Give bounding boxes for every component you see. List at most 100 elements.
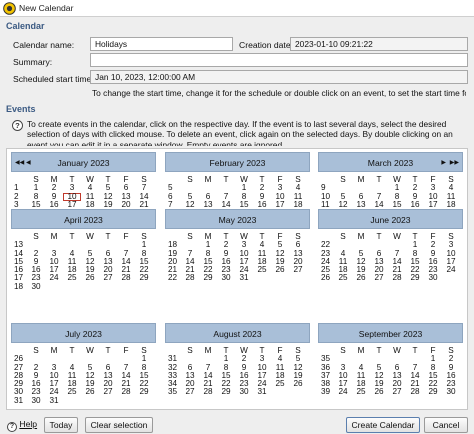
day-cell[interactable]: 26 bbox=[352, 274, 370, 283]
today-button[interactable]: Today bbox=[44, 417, 78, 433]
month-day-grid: S M T W T F S 26 1 27 2 3 4 5 6 7 8 28 9 10 11 12 13 14 15 29 16 17… bbox=[11, 346, 156, 405]
day-cell[interactable]: 26 bbox=[81, 274, 99, 283]
weekday-header: T bbox=[376, 175, 382, 184]
summary-input[interactable] bbox=[90, 53, 468, 67]
day-cell[interactable]: 29 bbox=[406, 274, 424, 283]
weekday-header: T bbox=[105, 232, 111, 241]
month-name: January 2023 bbox=[57, 158, 110, 168]
weekday-header: S bbox=[33, 346, 39, 355]
weekday-header: T bbox=[412, 346, 418, 355]
empty-day-cell bbox=[99, 283, 117, 291]
day-cell[interactable]: 28 bbox=[181, 274, 199, 283]
help-button-label: Help bbox=[19, 419, 38, 429]
day-cell[interactable]: 29 bbox=[135, 388, 153, 397]
day-cell[interactable]: 30 bbox=[442, 388, 460, 397]
day-cell[interactable]: 26 bbox=[271, 265, 289, 274]
day-cell[interactable]: 27 bbox=[181, 388, 199, 397]
month-header: July 2023 bbox=[11, 323, 156, 343]
day-cell[interactable]: 24 bbox=[334, 388, 352, 397]
weekday-header: W bbox=[86, 232, 94, 241]
day-cell[interactable]: 25 bbox=[63, 388, 81, 397]
empty-day-cell bbox=[253, 274, 271, 282]
month-day-grid: S M T W T F S 13 1 14 2 3 4 5 6 7 8 15 9 10 11 12 13 14 15 16 16 17… bbox=[11, 232, 156, 291]
day-cell[interactable]: 28 bbox=[117, 274, 135, 283]
week-number: 26 bbox=[321, 273, 331, 283]
day-cell[interactable]: 27 bbox=[99, 388, 117, 397]
prev-month-icon[interactable]: ◀ bbox=[26, 159, 31, 166]
month-calendar: September 2023 S M T W T F S 35 1 2 36 3 4 5 6 7 8 9 37 10 11… bbox=[318, 323, 463, 397]
help-button[interactable]: ? Help bbox=[7, 419, 38, 432]
empty-day-cell bbox=[271, 274, 289, 282]
day-cell[interactable]: 28 bbox=[406, 388, 424, 397]
day-cell[interactable]: 31 bbox=[235, 274, 253, 283]
day-cell[interactable]: 26 bbox=[370, 388, 388, 397]
month-name: February 2023 bbox=[209, 158, 266, 168]
month-header: March 2023 ▶ ▶▶ bbox=[318, 152, 463, 172]
weekday-header: M bbox=[357, 175, 365, 184]
scheduled-start-label: Scheduled start time : bbox=[13, 74, 97, 84]
empty-day-cell bbox=[289, 388, 307, 396]
day-cell[interactable]: 25 bbox=[271, 379, 289, 388]
day-cell[interactable]: 29 bbox=[135, 274, 153, 283]
day-cell[interactable]: 28 bbox=[199, 388, 217, 397]
day-cell[interactable]: 29 bbox=[217, 388, 235, 397]
day-cell[interactable]: 26 bbox=[289, 379, 307, 388]
day-cell[interactable]: 27 bbox=[388, 388, 406, 397]
cancel-button[interactable]: Cancel bbox=[424, 417, 468, 433]
day-cell[interactable]: 24 bbox=[45, 274, 63, 283]
day-cell[interactable]: 25 bbox=[352, 388, 370, 397]
weekday-header: W bbox=[86, 346, 94, 355]
weekday-header: T bbox=[376, 232, 382, 241]
day-cell[interactable]: 28 bbox=[117, 388, 135, 397]
clear-selection-button[interactable]: Clear selection bbox=[85, 417, 153, 433]
prev-year-icon[interactable]: ◀◀ bbox=[15, 159, 24, 166]
day-cell[interactable]: 30 bbox=[27, 396, 45, 405]
empty-day-cell bbox=[135, 283, 153, 291]
calendar-name-label: Calendar name: bbox=[13, 40, 75, 50]
day-cell[interactable]: 30 bbox=[27, 282, 45, 291]
weekday-header: T bbox=[69, 346, 75, 355]
create-calendar-button[interactable]: Create Calendar bbox=[346, 417, 420, 433]
weekday-header: S bbox=[33, 232, 39, 241]
month-day-grid: S M T W T F S 22 1 2 3 23 4 5 6 7 8 9 10 24 11 12 13 14 15 16 17 25… bbox=[318, 232, 463, 283]
day-cell[interactable]: 29 bbox=[424, 388, 442, 397]
day-cell[interactable]: 25 bbox=[63, 274, 81, 283]
weekday-header: M bbox=[50, 346, 58, 355]
month-calendar: June 2023 S M T W T F S 22 1 2 3 23 4 5 6 7 8 9 10 24 11 12 13 1… bbox=[318, 209, 463, 283]
empty-day-cell bbox=[117, 397, 135, 405]
day-cell[interactable]: 28 bbox=[388, 274, 406, 283]
month-header: May 2023 bbox=[165, 209, 310, 229]
day-cell[interactable]: 25 bbox=[334, 274, 352, 283]
week-number: 31 bbox=[14, 395, 24, 405]
empty-day-cell bbox=[45, 283, 63, 291]
week-number: 39 bbox=[321, 387, 331, 397]
day-cell[interactable]: 31 bbox=[253, 388, 271, 397]
calendar-grid-area: January 2023 ◀◀ ◀ S M T W T F S 1 1 2 3 4 5 6 7 2 8 9 10 11 12 1… bbox=[6, 148, 468, 410]
empty-day-cell bbox=[117, 283, 135, 291]
empty-day-cell bbox=[289, 274, 307, 282]
day-cell[interactable]: 30 bbox=[217, 274, 235, 283]
next-year-icon[interactable]: ▶▶ bbox=[450, 159, 459, 166]
events-instructions: To create events in the calendar, click … bbox=[27, 119, 453, 146]
day-cell[interactable]: 27 bbox=[289, 265, 307, 274]
day-cell[interactable]: 31 bbox=[45, 396, 63, 405]
day-cell[interactable]: 27 bbox=[370, 274, 388, 283]
month-header: September 2023 bbox=[318, 323, 463, 343]
events-section-heading: Events bbox=[6, 104, 36, 114]
day-cell[interactable]: 25 bbox=[253, 265, 271, 274]
day-cell[interactable]: 29 bbox=[199, 274, 217, 283]
start-time-hint: To change the start time, change it for … bbox=[92, 88, 466, 98]
month-header: August 2023 bbox=[165, 323, 310, 343]
empty-day-cell bbox=[81, 283, 99, 291]
creation-date-field: 2023-01-10 09:21:22 bbox=[290, 37, 468, 51]
month-header: April 2023 bbox=[11, 209, 156, 229]
scheduled-start-field: Jan 10, 2023, 12:00:00 AM bbox=[90, 70, 468, 84]
calendar-name-input[interactable]: Holidays bbox=[90, 37, 233, 51]
day-cell[interactable]: 27 bbox=[99, 274, 117, 283]
month-name: June 2023 bbox=[370, 215, 411, 225]
next-month-icon[interactable]: ▶ bbox=[441, 159, 446, 166]
day-cell[interactable]: 24 bbox=[442, 265, 460, 274]
day-cell[interactable]: 26 bbox=[81, 388, 99, 397]
day-cell[interactable]: 30 bbox=[424, 274, 442, 283]
day-cell[interactable]: 30 bbox=[235, 388, 253, 397]
